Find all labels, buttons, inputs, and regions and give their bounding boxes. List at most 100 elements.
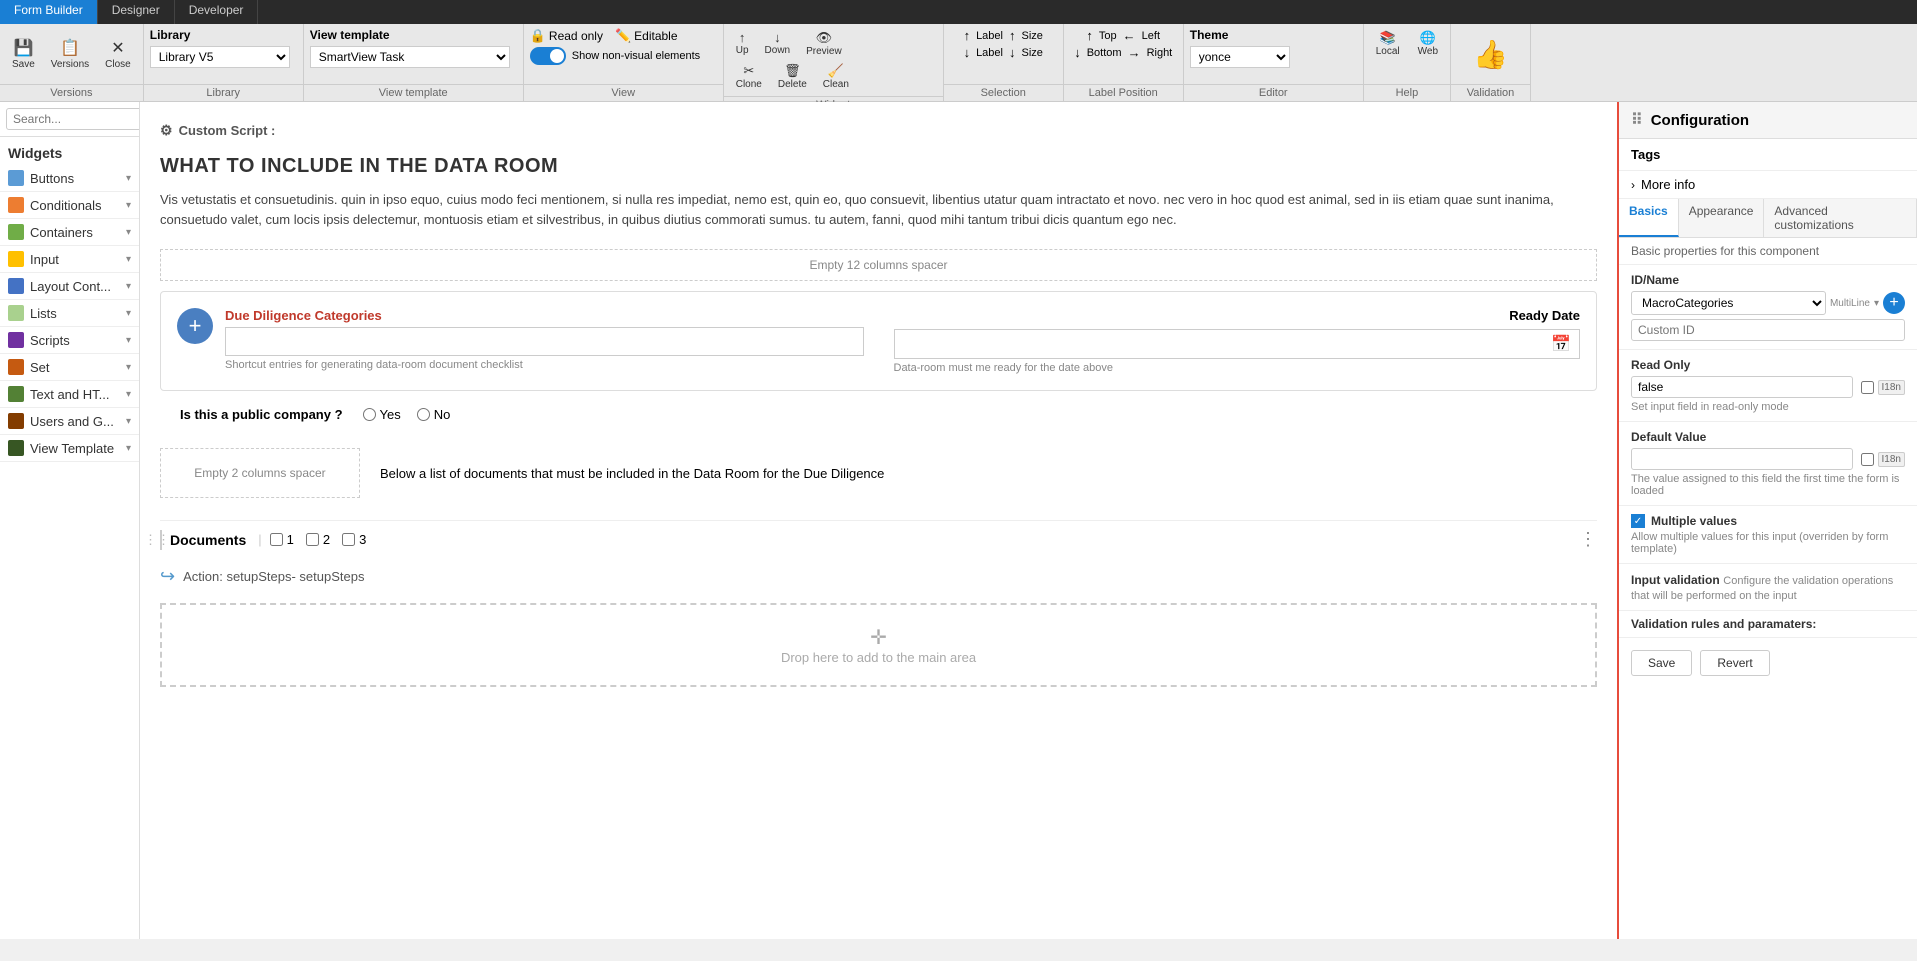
- panel-save-button[interactable]: Save: [1631, 650, 1692, 676]
- doc-cb-3[interactable]: 3: [342, 532, 366, 547]
- documents-label: Documents: [170, 532, 246, 548]
- conditionals-icon: [8, 197, 24, 213]
- panel-header: ⠿ Configuration: [1619, 102, 1917, 139]
- drop-zone[interactable]: ✛ Drop here to add to the main area: [160, 603, 1597, 687]
- input-chevron: ▾: [126, 254, 131, 265]
- clone-button[interactable]: ✂ Clone: [730, 61, 768, 92]
- tab-appearance[interactable]: Appearance: [1679, 199, 1765, 237]
- tab-form-builder[interactable]: Form Builder: [0, 0, 98, 24]
- default-value-input[interactable]: [1631, 448, 1853, 470]
- scripts-label: Scripts: [30, 333, 70, 348]
- tab-developer[interactable]: Developer: [175, 0, 259, 24]
- drop-icon: ✛: [182, 625, 1575, 650]
- search-input[interactable]: [6, 108, 140, 130]
- add-id-button[interactable]: +: [1883, 292, 1905, 314]
- buttons-chevron: ▾: [126, 173, 131, 184]
- up-button[interactable]: ↑ Up: [730, 28, 755, 59]
- default-value-label: Default Value: [1631, 430, 1905, 444]
- widget-group-containers-header[interactable]: Containers ▾: [0, 219, 139, 245]
- doc-cb-2-input[interactable]: [306, 533, 319, 546]
- widget-group-text-header[interactable]: Text and HT... ▾: [0, 381, 139, 407]
- right-panel: ⠿ Configuration Tags › More info Basics …: [1617, 102, 1917, 939]
- users-chevron: ▾: [126, 416, 131, 427]
- widget-group-set-header[interactable]: Set ▾: [0, 354, 139, 380]
- text-chevron: ▾: [126, 389, 131, 400]
- drag-handle[interactable]: ⋮⋮: [144, 532, 170, 548]
- yes-radio-input[interactable]: [363, 408, 376, 421]
- scripts-chevron: ▾: [126, 335, 131, 346]
- doc-more-button[interactable]: ⋮: [1579, 529, 1597, 550]
- custom-id-input[interactable]: [1631, 319, 1905, 341]
- yes-radio[interactable]: Yes: [363, 407, 401, 422]
- delete-button[interactable]: 🗑 Delete: [772, 61, 813, 92]
- view-template-chevron: ▾: [126, 443, 131, 454]
- library-select[interactable]: Library V5: [150, 46, 290, 68]
- widget-group-buttons-header[interactable]: Buttons ▾: [0, 165, 139, 191]
- down-button[interactable]: ↓ Down: [759, 28, 797, 59]
- view-template-label: View template: [310, 28, 390, 42]
- read-only-label: Read only: [549, 29, 603, 43]
- library-section-label: Library: [144, 84, 303, 101]
- multiple-values-label: Multiple values: [1651, 514, 1737, 528]
- versions-button[interactable]: 📋 Versions: [45, 36, 95, 72]
- label-up-icon: ↑: [964, 28, 971, 43]
- ready-date-input[interactable]: [903, 337, 1552, 352]
- widget-group-users: Users and G... ▾: [0, 408, 139, 435]
- no-radio-input[interactable]: [417, 408, 430, 421]
- doc-cb-2[interactable]: 2: [306, 532, 330, 547]
- dropdown-icon: ▾: [1874, 298, 1879, 309]
- tab-basics[interactable]: Basics: [1619, 199, 1679, 237]
- due-dil-input[interactable]: [225, 327, 864, 356]
- widget-group-users-header[interactable]: Users and G... ▾: [0, 408, 139, 434]
- widget-group-layout-header[interactable]: Layout Cont... ▾: [0, 273, 139, 299]
- ready-date-hint: Data-room must me ready for the date abo…: [894, 362, 1581, 374]
- doc-cb-3-input[interactable]: [342, 533, 355, 546]
- calendar-icon[interactable]: 📅: [1551, 334, 1571, 354]
- read-only-checkbox[interactable]: [1861, 381, 1874, 394]
- top-label: Top: [1099, 30, 1117, 42]
- clean-icon: 🧹: [828, 63, 844, 79]
- local-label: Local: [1376, 46, 1400, 57]
- conditionals-label: Conditionals: [30, 198, 102, 213]
- default-value-checkbox[interactable]: [1861, 453, 1874, 466]
- widget-group-conditionals-header[interactable]: Conditionals ▾: [0, 192, 139, 218]
- top-icon: ↑: [1086, 28, 1093, 43]
- more-info-row[interactable]: › More info: [1619, 171, 1917, 199]
- view-section-label: View: [524, 84, 723, 101]
- widget-group-view-template-header[interactable]: View Template ▾: [0, 435, 139, 461]
- web-button[interactable]: 🌐 Web: [1412, 28, 1444, 59]
- containers-chevron: ▾: [126, 227, 131, 238]
- local-button[interactable]: 📚 Local: [1370, 28, 1406, 59]
- clean-button[interactable]: 🧹 Clean: [817, 61, 855, 92]
- save-button[interactable]: 💾 Save: [6, 36, 41, 72]
- ready-date-label: Ready Date: [894, 308, 1581, 323]
- ready-date-input-row: 📅: [894, 329, 1581, 359]
- id-name-select[interactable]: MacroCategories: [1631, 291, 1826, 315]
- close-button[interactable]: ✕ Close: [99, 36, 137, 72]
- delete-label: Delete: [778, 79, 807, 90]
- multiple-values-desc: Allow multiple values for this input (ov…: [1631, 531, 1905, 555]
- add-due-dil-button[interactable]: +: [177, 308, 213, 344]
- show-non-visual-toggle[interactable]: [530, 47, 566, 65]
- clean-label: Clean: [823, 79, 849, 90]
- theme-select[interactable]: yonce: [1190, 46, 1290, 68]
- editable-toggle-row: ✏️ Editable: [615, 28, 678, 44]
- doc-cb-1-input[interactable]: [270, 533, 283, 546]
- no-radio[interactable]: No: [417, 407, 451, 422]
- bottom-icon: ↓: [1074, 45, 1081, 60]
- preview-button[interactable]: 👁 Preview: [800, 28, 848, 59]
- widget-group-scripts-header[interactable]: Scripts ▾: [0, 327, 139, 353]
- widget-group-input-header[interactable]: Input ▾: [0, 246, 139, 272]
- doc-cb-1[interactable]: 1: [270, 532, 294, 547]
- widget-group-set: Set ▾: [0, 354, 139, 381]
- tab-advanced[interactable]: Advanced customizations: [1764, 199, 1917, 237]
- view-template-select[interactable]: SmartView Task: [310, 46, 510, 68]
- doc-separator: |: [258, 532, 261, 547]
- web-icon: 🌐: [1420, 30, 1436, 46]
- read-only-input[interactable]: [1631, 376, 1853, 398]
- panel-revert-button[interactable]: Revert: [1700, 650, 1769, 676]
- tab-designer[interactable]: Designer: [98, 0, 175, 24]
- multiple-values-checkbox[interactable]: ✓: [1631, 514, 1645, 528]
- edit-icon: ✏️: [615, 28, 631, 44]
- widget-group-lists-header[interactable]: Lists ▾: [0, 300, 139, 326]
